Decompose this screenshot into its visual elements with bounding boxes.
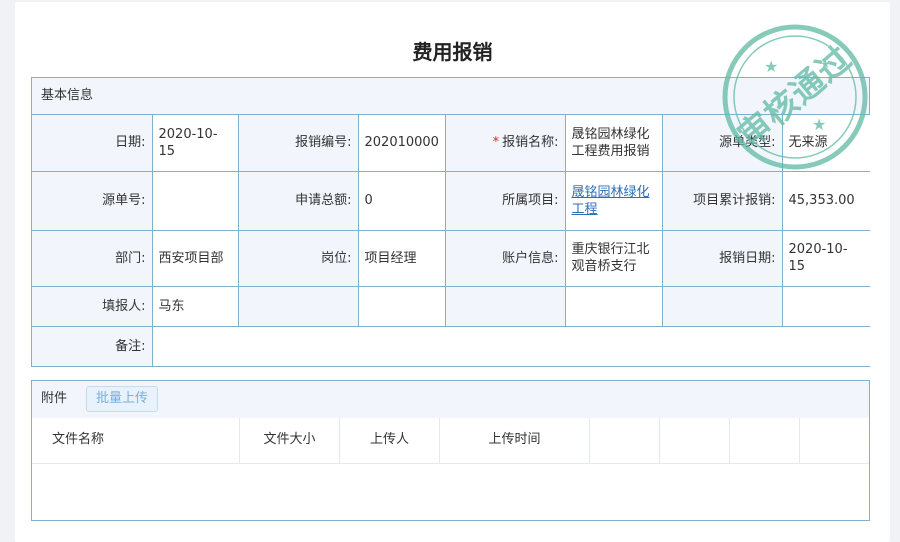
approved-stamp-seal: ★ ★ ★ 审核通过 bbox=[722, 24, 868, 170]
total-value: 0 bbox=[358, 171, 446, 231]
svg-text:★: ★ bbox=[764, 57, 778, 76]
attachments-header: 附件 批量上传 bbox=[32, 381, 869, 418]
total-label: 申请总额: bbox=[238, 171, 359, 231]
reimb-name-label: 报销名称: bbox=[502, 135, 559, 151]
column-empty bbox=[660, 418, 730, 463]
column-file-name: 文件名称 bbox=[32, 418, 240, 463]
reimb-no-value: 202010000 bbox=[358, 115, 446, 172]
project-label: 所属项目: bbox=[445, 171, 566, 231]
empty-cell bbox=[238, 286, 359, 327]
account-value: 重庆银行江北观音桥支行 bbox=[565, 230, 663, 287]
position-label: 岗位: bbox=[238, 230, 359, 287]
filler-value: 马东 bbox=[152, 286, 239, 327]
column-upload-time: 上传时间 bbox=[440, 418, 590, 463]
approved-stamp: ★ ★ ★ 审核通过 bbox=[720, 22, 870, 172]
reimb-name-label-cell: * 报销名称: bbox=[445, 115, 566, 172]
remark-value bbox=[152, 326, 870, 366]
account-label: 账户信息: bbox=[445, 230, 566, 287]
project-cumulative-label: 项目累计报销: bbox=[662, 171, 783, 231]
date-value: 2020-10-15 bbox=[152, 115, 239, 172]
empty-cell bbox=[358, 286, 446, 327]
batch-upload-button[interactable]: 批量上传 bbox=[86, 386, 159, 412]
reimb-date-value: 2020-10-15 bbox=[782, 230, 870, 287]
project-cumulative-value: 45,353.00 bbox=[782, 171, 870, 231]
source-no-value bbox=[152, 171, 239, 231]
position-value: 项目经理 bbox=[358, 230, 446, 287]
empty-cell bbox=[565, 286, 663, 327]
svg-text:★: ★ bbox=[812, 115, 826, 134]
reimb-name-value: 晟铭园林绿化工程费用报销 bbox=[565, 115, 663, 172]
reimb-no-label: 报销编号: bbox=[238, 115, 359, 172]
required-mark: * bbox=[492, 135, 500, 151]
department-label: 部门: bbox=[32, 230, 153, 287]
empty-cell bbox=[782, 286, 870, 327]
source-no-label: 源单号: bbox=[32, 171, 153, 231]
department-value: 西安项目部 bbox=[152, 230, 239, 287]
column-file-size: 文件大小 bbox=[240, 418, 340, 463]
attachments-table-header: 文件名称 文件大小 上传人 上传时间 bbox=[32, 418, 869, 464]
attachments-title: 附件 bbox=[41, 391, 68, 406]
empty-cell bbox=[445, 286, 566, 327]
remark-label: 备注: bbox=[32, 326, 153, 366]
date-label: 日期: bbox=[32, 115, 153, 172]
column-empty bbox=[730, 418, 800, 463]
project-link[interactable]: 晟铭园林绿化工程 bbox=[572, 185, 650, 217]
attachments-panel: 附件 批量上传 文件名称 文件大小 上传人 上传时间 bbox=[31, 380, 870, 521]
empty-cell bbox=[662, 286, 783, 327]
project-value-cell: 晟铭园林绿化工程 bbox=[565, 171, 663, 231]
filler-label: 填报人: bbox=[32, 286, 153, 327]
reimb-date-label: 报销日期: bbox=[662, 230, 783, 287]
column-uploader: 上传人 bbox=[340, 418, 440, 463]
column-empty bbox=[590, 418, 660, 463]
